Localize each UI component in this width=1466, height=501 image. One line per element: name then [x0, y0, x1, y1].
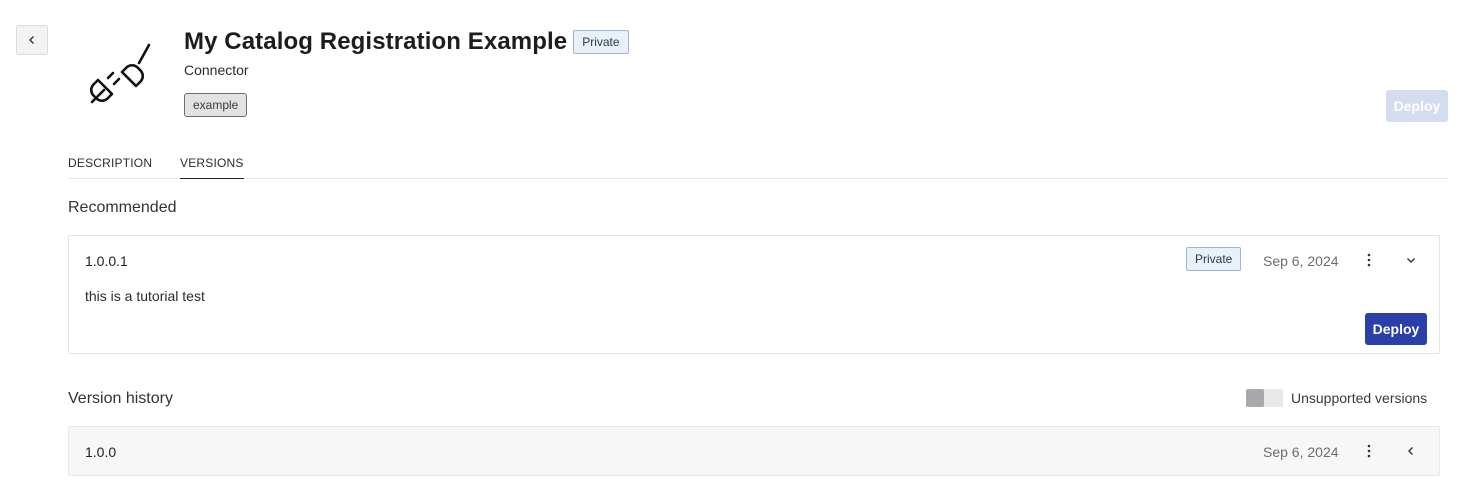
- version-number: 1.0.0: [85, 444, 117, 460]
- version-history-title: Version history: [68, 390, 173, 407]
- title-row: My Catalog Registration Example Private: [184, 28, 629, 56]
- version-date: Sep 6, 2024: [1263, 253, 1339, 269]
- chevron-left-icon: [29, 36, 34, 44]
- page-subtitle: Connector: [184, 62, 249, 78]
- chevron-left-icon[interactable]: [1403, 443, 1419, 459]
- recommended-version-card: 1.0.0.1 Private Sep 6, 2024 this is a tu…: [68, 235, 1440, 354]
- visibility-badge: Private: [573, 30, 629, 54]
- plug-connector-icon: [90, 43, 151, 104]
- toggle-knob: [1246, 389, 1264, 407]
- kebab-menu-icon[interactable]: [1361, 252, 1377, 268]
- version-number: 1.0.0.1: [85, 253, 128, 269]
- visibility-badge: Private: [1186, 247, 1242, 271]
- toggle-label: Unsupported versions: [1291, 390, 1428, 406]
- back-button[interactable]: [16, 25, 48, 55]
- deploy-button[interactable]: Deploy: [1365, 313, 1427, 345]
- tab-bar: DESCRIPTION VERSIONS: [68, 150, 1448, 179]
- tab-versions[interactable]: VERSIONS: [180, 156, 244, 179]
- kebab-menu-icon[interactable]: [1361, 443, 1377, 459]
- deploy-button-header[interactable]: Deploy: [1386, 90, 1448, 122]
- tag-chip[interactable]: example: [184, 93, 248, 117]
- unsupported-versions-toggle-group: Unsupported versions: [1246, 389, 1427, 407]
- tab-description[interactable]: DESCRIPTION: [68, 156, 152, 178]
- page-title: My Catalog Registration Example: [184, 28, 568, 55]
- chevron-down-icon[interactable]: [1403, 252, 1419, 268]
- unsupported-versions-toggle[interactable]: [1246, 389, 1283, 407]
- version-history-row[interactable]: 1.0.0 Sep 6, 2024: [68, 426, 1440, 476]
- version-description: this is a tutorial test: [85, 288, 205, 304]
- version-date: Sep 6, 2024: [1263, 444, 1339, 460]
- recommended-section-title: Recommended: [68, 199, 177, 216]
